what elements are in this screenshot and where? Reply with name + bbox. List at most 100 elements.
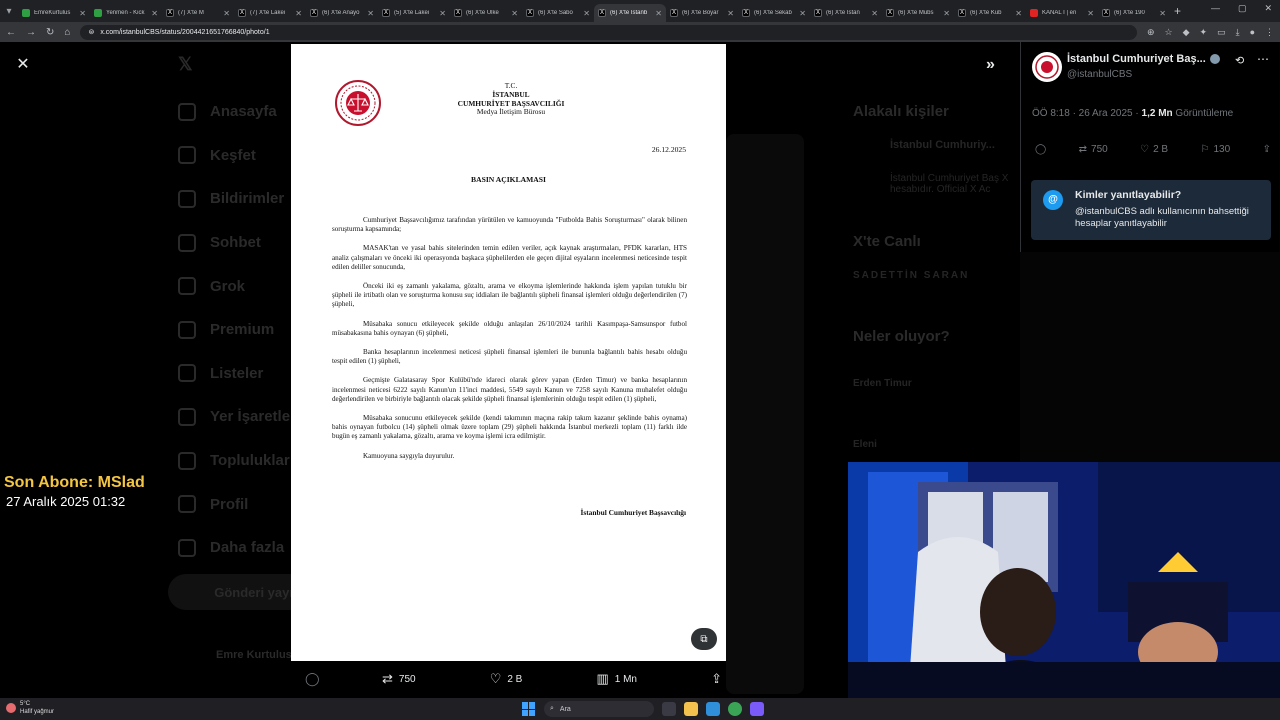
tab-close-icon[interactable]: ✕ [943, 9, 950, 18]
tab-close-icon[interactable]: ✕ [583, 9, 590, 18]
nav-item[interactable]: Listeler [178, 352, 300, 396]
tab-close-icon[interactable]: ✕ [727, 9, 734, 18]
tab-close-icon[interactable]: ✕ [295, 9, 302, 18]
file-explorer-icon[interactable] [684, 702, 698, 716]
nav-item[interactable]: Anasayfa [178, 90, 300, 134]
tab-close-icon[interactable]: ✕ [439, 9, 446, 18]
avatar[interactable] [1032, 52, 1062, 82]
share-button[interactable]: ⇪ [711, 671, 722, 687]
related-name[interactable]: İstanbul Cumhuriy... [890, 139, 995, 151]
trend-item[interactable]: Eleni [853, 439, 877, 450]
document-paragraph: MASAK'tan ve yasal bahis sitelerinden te… [332, 244, 687, 271]
browser-tab[interactable]: X (6) X'te Ulke ✕ [450, 4, 522, 22]
tab-close-icon[interactable]: ✕ [1087, 9, 1094, 18]
forward-icon[interactable]: → [26, 27, 36, 38]
home-icon[interactable]: ⌂ [64, 27, 70, 38]
tab-close-icon[interactable]: ✕ [655, 9, 662, 18]
nav-item[interactable]: Keşfet [178, 134, 300, 178]
like-button[interactable]: ♡ 2 B [1140, 144, 1168, 155]
share-button[interactable]: ⇪ [1263, 144, 1271, 155]
nav-item[interactable]: Bildirimler [178, 177, 300, 221]
tab-favicon-icon: X [814, 9, 822, 17]
browser-tab[interactable]: EmreKurtulus ✕ [18, 4, 90, 22]
browser-tab[interactable]: X (6) X'te Kub ✕ [954, 4, 1026, 22]
task-view-icon[interactable] [662, 702, 676, 716]
tweet-stats: ◯ ⇄ 750 ♡ 2 B ⚐ 130 ⇪ [1035, 144, 1271, 155]
url-field[interactable]: ⊜ x.com/istanbulCBS/status/2004421651766… [80, 24, 1137, 40]
store-icon[interactable] [706, 702, 720, 716]
tab-close-icon[interactable]: ✕ [871, 9, 878, 18]
browser-tab[interactable]: X (6) X'te 190 ✕ [1098, 4, 1170, 22]
menu-icon[interactable]: ⋮ [1265, 27, 1274, 38]
browser-tab[interactable]: KANAL İ | en ✕ [1026, 4, 1098, 22]
retweet-button[interactable]: ⇄ 750 [1079, 144, 1108, 155]
browser-tab[interactable]: X (5) X'te Lakei ✕ [378, 4, 450, 22]
like-button[interactable]: ♡ 2 B [490, 671, 523, 687]
close-viewer-icon[interactable]: ✕ [14, 56, 32, 74]
nav-item[interactable]: Profil [178, 482, 300, 526]
site-info-icon[interactable]: ⊜ [88, 28, 94, 36]
window-controls: — ▢ ✕ [1211, 3, 1272, 14]
tab-label: (6) X'te Kub [970, 10, 1002, 16]
alt-text-button[interactable]: ⧉ [691, 628, 717, 650]
browser-tab[interactable]: X (6) X'te İstan ✕ [810, 4, 882, 22]
extensions-puzzle-icon[interactable]: ✦ [1200, 27, 1208, 38]
browser-tab[interactable]: X (6) X'te Anayo ✕ [306, 4, 378, 22]
bookmark-star-icon[interactable]: ☆ [1165, 27, 1173, 38]
tab-close-icon[interactable]: ✕ [151, 9, 158, 18]
browser-tab[interactable]: X (6) X'te Sabo ✕ [522, 4, 594, 22]
minimize-icon[interactable]: — [1211, 3, 1220, 14]
expand-panel-icon[interactable]: » [986, 56, 995, 74]
author-handle[interactable]: @istanbulCBS [1067, 69, 1132, 80]
download-icon[interactable]: ⤓ [1236, 27, 1240, 38]
tab-close-icon[interactable]: ✕ [79, 9, 86, 18]
new-tab-button[interactable]: + [1174, 4, 1181, 18]
tab-favicon-icon: X [1102, 9, 1110, 17]
reload-icon[interactable]: ↻ [46, 27, 54, 38]
nav-item[interactable]: Sohbet [178, 221, 300, 265]
tab-close-icon[interactable]: ✕ [1159, 9, 1166, 18]
trend-item[interactable]: Erden Timur [853, 378, 912, 389]
chrome-icon[interactable] [728, 702, 742, 716]
nav-item[interactable]: Topluluklar [178, 439, 300, 483]
tab-close-icon[interactable]: ✕ [1015, 9, 1022, 18]
weather-widget[interactable]: 5°C Hafif yağmur [6, 700, 54, 716]
close-window-icon[interactable]: ✕ [1264, 3, 1272, 14]
tab-close-icon[interactable]: ✕ [799, 9, 806, 18]
browser-tab[interactable]: X (6) X'te İstanb ✕ [594, 4, 666, 22]
start-button[interactable] [522, 702, 536, 716]
browser-tab[interactable]: X (7) X'te Lakei ✕ [234, 4, 306, 22]
reply-icon[interactable]: ◯ [305, 671, 320, 687]
more-icon[interactable]: ⋯ [1257, 52, 1269, 66]
sidepanel-icon[interactable]: ▭ [1217, 27, 1226, 38]
back-icon[interactable]: ← [6, 27, 16, 38]
zoom-icon[interactable]: ⊕ [1147, 27, 1155, 38]
author-name[interactable]: İstanbul Cumhuriyet Baş... [1067, 53, 1220, 65]
discord-icon[interactable] [750, 702, 764, 716]
browser-tab[interactable]: Yenmen - Kick ✕ [90, 4, 162, 22]
tab-close-icon[interactable]: ✕ [511, 9, 518, 18]
tab-close-icon[interactable]: ✕ [223, 9, 230, 18]
retweet-button[interactable]: ⇄ 750 [382, 671, 416, 687]
views-button[interactable]: ▥ 1 Mn [596, 671, 637, 687]
nav-item[interactable]: Daha fazla [178, 526, 300, 570]
extension-icon[interactable]: ◆ [1183, 27, 1190, 38]
tab-close-icon[interactable]: ✕ [367, 9, 374, 18]
account-name[interactable]: Emre Kurtulus [216, 649, 292, 661]
live-name[interactable]: SADETTİN SARAN [853, 270, 969, 281]
nav-item[interactable]: Premium [178, 308, 300, 352]
nav-item[interactable]: Grok [178, 264, 300, 308]
taskbar-search[interactable]: ⌕ Ara [544, 701, 654, 717]
address-bar-row: ← → ↻ ⌂ ⊜ x.com/istanbulCBS/status/20044… [0, 22, 1280, 42]
browser-tab[interactable]: X (7) X'te M ✕ [162, 4, 234, 22]
tab-search-icon[interactable]: ▾ [0, 0, 18, 22]
grok-icon[interactable]: ⟲ [1235, 54, 1244, 67]
nav-item[interactable]: Yer İşaretleri [178, 395, 300, 439]
bookmark-button[interactable]: ⚐ 130 [1201, 144, 1231, 155]
browser-tab[interactable]: X (6) X'te Boyar ✕ [666, 4, 738, 22]
maximize-icon[interactable]: ▢ [1238, 3, 1247, 14]
browser-tab[interactable]: X (6) X'te Sekab ✕ [738, 4, 810, 22]
browser-tab[interactable]: X (6) X'te Mubs ✕ [882, 4, 954, 22]
reply-button[interactable]: ◯ [1035, 144, 1046, 155]
profile-icon[interactable]: ● [1250, 27, 1255, 38]
